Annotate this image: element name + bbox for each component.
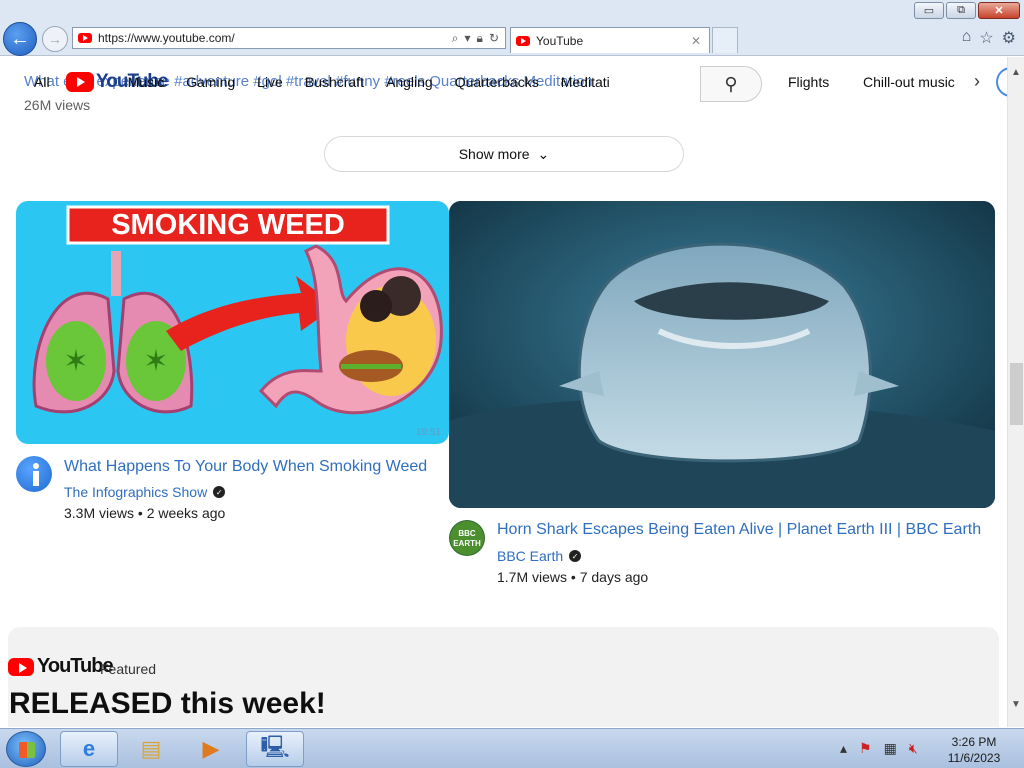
close-button[interactable]: ✕: [978, 2, 1020, 19]
svg-text:EARTH: EARTH: [453, 539, 481, 548]
channel-name-infographics[interactable]: The Infographics Show ✓: [64, 484, 226, 500]
youtube-favicon-icon: [516, 35, 530, 46]
network-icon[interactable]: ▦: [884, 740, 897, 757]
scroll-up-arrow-icon[interactable]: ▲: [1011, 67, 1021, 78]
featured-youtube-logo: YouTube: [8, 655, 114, 678]
svg-text:✶: ✶: [63, 345, 88, 378]
clock-time: 3:26 PM: [951, 735, 997, 749]
video-title-horn-shark[interactable]: Horn Shark Escapes Being Eaten Alive | P…: [497, 521, 981, 539]
dropdown-icon[interactable]: ▾: [465, 31, 471, 46]
url-text[interactable]: https://www.youtube.com/: [98, 31, 452, 45]
chip-quarterbacks[interactable]: Quarterbacks: [455, 74, 539, 90]
chip-flights[interactable]: Flights: [788, 74, 829, 90]
show-more-label: Show more: [458, 146, 530, 162]
browser-chrome: ▭ ⧉ ✕ ← → https://www.youtube.com/ ⌕ ▾ 🔒…: [0, 0, 1024, 56]
channel-avatar-infographics[interactable]: [16, 456, 52, 492]
video-meta-weed: 3.3M views • 2 weeks ago: [64, 505, 226, 521]
volume-muted-icon[interactable]: 🔇︎: [909, 740, 918, 757]
new-tab-button[interactable]: [712, 27, 738, 53]
info-i-icon: [33, 463, 39, 486]
taskbar-media-player[interactable]: ▶: [182, 731, 240, 767]
filter-chips: All Music Gaming Live Bushcraft Angling …: [34, 74, 610, 90]
start-button[interactable]: [6, 731, 46, 767]
clock-date: 11/6/2023: [947, 751, 1001, 765]
chip-gaming[interactable]: Gaming: [186, 74, 235, 90]
windows-taskbar: e ▤ ▶ 🖳︎ ▴ ⚑ ▦ 🔇︎ 3:26 PM 11/6/2023: [0, 728, 1024, 768]
forward-button[interactable]: →: [42, 26, 68, 52]
window-controls: ▭ ⧉ ✕: [914, 2, 1020, 19]
minimize-button[interactable]: ▭: [914, 2, 944, 19]
featured-title[interactable]: RELEASED this week!: [9, 687, 326, 721]
channel-name-text: BBC Earth: [497, 548, 564, 564]
restore-button[interactable]: ⧉: [946, 2, 976, 19]
scrollbar-thumb[interactable]: [1010, 363, 1023, 425]
channel-name-text: The Infographics Show: [64, 484, 208, 500]
video-thumbnail-horn-shark[interactable]: [449, 201, 995, 508]
gear-icon[interactable]: ⚙: [1002, 28, 1016, 48]
video-meta-horn-shark: 1.7M views • 7 days ago: [497, 569, 649, 585]
back-button[interactable]: ←: [3, 22, 37, 56]
computer-icon: 🖳︎: [260, 734, 290, 759]
folder-icon: ▤: [140, 736, 162, 761]
chip-live[interactable]: Live: [257, 74, 283, 90]
address-bar[interactable]: https://www.youtube.com/ ⌕ ▾ 🔒︎ ↻: [72, 27, 506, 49]
chip-chill-out-music[interactable]: Chill-out music: [863, 74, 955, 90]
svg-text:✶: ✶: [143, 345, 168, 378]
featured-label: Featured: [100, 661, 157, 677]
scroll-down-arrow-icon[interactable]: ▼: [1011, 699, 1021, 710]
video-views-top: 26M views: [24, 97, 91, 113]
bbc-earth-logo-icon: BBC EARTH: [450, 521, 484, 555]
verified-badge-icon: ✓: [213, 486, 226, 498]
thumbnail-shark-illustration: [449, 201, 995, 508]
featured-shelf: YouTube Featured RELEASED this week!: [8, 627, 999, 727]
chip-angling[interactable]: Angling: [386, 74, 433, 90]
youtube-play-icon: [8, 657, 34, 676]
chip-meditation[interactable]: Meditati: [561, 74, 610, 90]
media-player-icon: ▶: [202, 736, 220, 761]
chip-bushcraft[interactable]: Bushcraft: [305, 74, 364, 90]
chip-music[interactable]: Music: [128, 74, 165, 90]
chip-all[interactable]: All: [34, 74, 50, 90]
channel-avatar-bbc-earth[interactable]: BBC EARTH: [449, 520, 485, 556]
arrow-left-icon: ←: [10, 27, 30, 50]
tab-youtube[interactable]: YouTube ✕: [510, 27, 710, 53]
svg-text:BBC: BBC: [458, 529, 476, 538]
video-thumbnail-weed[interactable]: SMOKING WEED ✶ ✶ 19:51: [16, 201, 449, 444]
lock-icon[interactable]: 🔒︎: [477, 31, 483, 46]
channel-name-bbc-earth[interactable]: BBC Earth ✓: [497, 548, 582, 564]
vertical-scrollbar[interactable]: ▲ ▼: [1007, 57, 1024, 727]
taskbar-internet-explorer[interactable]: e: [60, 731, 118, 767]
arrow-right-icon: →: [48, 31, 62, 47]
verified-badge-icon: ✓: [569, 550, 582, 562]
browser-tools: ⌂ ☆ ⚙: [962, 28, 1016, 48]
search-button[interactable]: ⚲: [700, 66, 762, 102]
tab-title: YouTube: [536, 33, 584, 48]
youtube-favicon-icon: [78, 33, 92, 43]
search-icon[interactable]: ⌕: [452, 31, 459, 46]
thumbnail-illustration: SMOKING WEED ✶ ✶ 19:51: [32, 205, 443, 438]
youtube-header: What ever experience #adventure #gol #tr…: [0, 57, 1007, 113]
thumbnail-headline: SMOKING WEED: [111, 209, 345, 241]
refresh-icon[interactable]: ↻: [489, 31, 499, 46]
favorites-star-icon[interactable]: ☆: [979, 28, 993, 48]
chevron-down-icon: ⌄: [537, 145, 550, 162]
youtube-page: What ever experience #adventure #gol #tr…: [0, 57, 1007, 727]
tab-close-icon[interactable]: ✕: [691, 34, 701, 48]
video-duration: 19:51: [416, 427, 441, 438]
action-center-flag-icon[interactable]: ⚑: [859, 740, 872, 757]
system-tray: ▴ ⚑ ▦ 🔇︎: [840, 740, 918, 757]
video-title-weed[interactable]: What Happens To Your Body When Smoking W…: [64, 458, 427, 476]
taskbar-remote-desktop[interactable]: 🖳︎: [246, 731, 304, 767]
tray-expand-icon[interactable]: ▴: [840, 740, 847, 757]
home-icon[interactable]: ⌂: [962, 28, 972, 48]
show-more-button[interactable]: Show more ⌄: [324, 136, 684, 172]
chevron-right-icon[interactable]: ›: [974, 71, 980, 92]
internet-explorer-icon: e: [82, 736, 96, 761]
taskbar-file-explorer[interactable]: ▤: [122, 731, 180, 767]
system-clock[interactable]: 3:26 PM 11/6/2023: [940, 734, 1008, 766]
search-icon: ⚲: [724, 73, 738, 94]
account-avatar[interactable]: [996, 67, 1007, 97]
